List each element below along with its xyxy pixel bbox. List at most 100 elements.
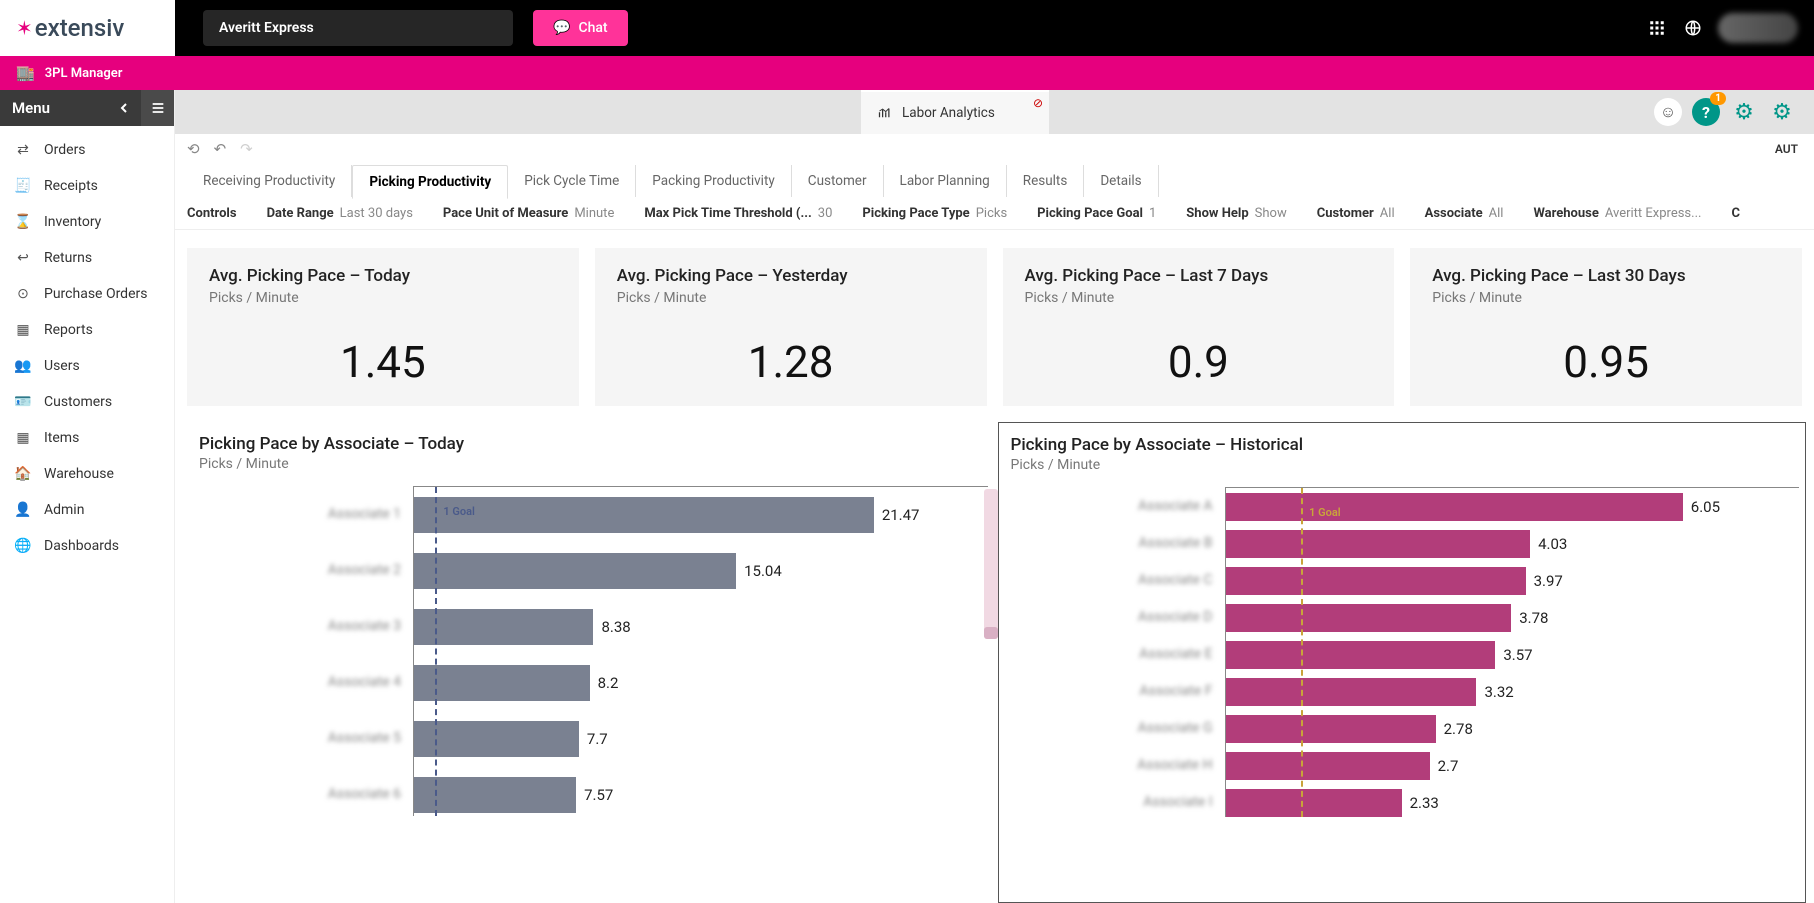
hamburger-menu-button[interactable] (140, 90, 174, 126)
redo-icon[interactable]: ↷ (240, 140, 253, 158)
chat-button[interactable]: 💬 Chat (533, 10, 628, 46)
card-value: 1.28 (617, 336, 965, 388)
chat-label: Chat (578, 20, 607, 36)
control-picking-pace-goal[interactable]: Picking Pace Goal1 (1037, 206, 1156, 221)
user-avatar[interactable] (1718, 13, 1798, 43)
report-tab-results[interactable]: Results (1007, 165, 1085, 197)
sidebar-item-label: Returns (44, 250, 92, 266)
logo-mark-icon: ✶ (16, 16, 33, 40)
control-associate[interactable]: AssociateAll (1425, 206, 1504, 221)
settings-icon-2[interactable]: ⚙ (1768, 98, 1796, 126)
sidebar-item-admin[interactable]: 👤Admin (0, 492, 174, 528)
chat-icon: 💬 (553, 20, 570, 36)
control-max-pick-time[interactable]: Max Pick Time Threshold (...30 (644, 206, 832, 221)
tab-label: Labor Analytics (902, 105, 995, 121)
card-title: Avg. Picking Pace – Last 30 Days (1432, 266, 1780, 286)
sidebar-item-inventory[interactable]: ⌛Inventory (0, 204, 174, 240)
control-date-range[interactable]: Date RangeLast 30 days (267, 206, 413, 221)
tab-strip: Labor Analytics ⊘ ☺ ? 1 ⚙ ⚙ (175, 90, 1814, 134)
customer-selector[interactable]: Averitt Express (203, 10, 513, 46)
globe-icon[interactable] (1682, 17, 1704, 39)
chart-categories: Associate 1Associate 2Associate 3Associa… (193, 486, 413, 816)
card-7days[interactable]: Avg. Picking Pace – Last 7 Days Picks / … (1003, 248, 1395, 406)
main-area: Labor Analytics ⊘ ☺ ? 1 ⚙ ⚙ ⟲ ↶ ↷ AUT Re… (175, 90, 1814, 903)
menu-header: Menu (0, 90, 174, 126)
control-customer[interactable]: CustomerAll (1317, 206, 1395, 221)
nav-list: ⇄ Orders 🧾Receipts ⌛Inventory ↩ Returns ⊙P… (0, 126, 174, 570)
sidebar-item-warehouse[interactable]: 🏠Warehouse (0, 456, 174, 492)
refresh-icon[interactable]: ⟲ (187, 140, 200, 158)
help-badge: 1 (1710, 92, 1726, 105)
card-subtitle: Picks / Minute (209, 290, 557, 306)
menu-title: Menu (0, 99, 50, 117)
logo-text: extensiv (35, 14, 125, 42)
users-icon: 👥 (14, 358, 32, 374)
chart-scrollbar[interactable] (984, 489, 998, 639)
toolbar-row: ⟲ ↶ ↷ AUT (175, 134, 1814, 164)
card-today[interactable]: Avg. Picking Pace – Today Picks / Minute… (187, 248, 579, 406)
report-tab-labor-planning[interactable]: Labor Planning (884, 165, 1007, 197)
open-tab-labor-analytics[interactable]: Labor Analytics ⊘ (861, 90, 1049, 134)
sidebar-item-returns[interactable]: ↩ Returns (0, 240, 174, 276)
card-title: Avg. Picking Pace – Last 7 Days (1025, 266, 1373, 286)
card-subtitle: Picks / Minute (617, 290, 965, 306)
sidebar-item-customers[interactable]: 🪪Customers (0, 384, 174, 420)
sidebar-item-label: Items (44, 430, 79, 446)
control-warehouse[interactable]: WarehouseAveritt Express... (1533, 206, 1701, 221)
report-tab-customer[interactable]: Customer (792, 165, 884, 197)
card-yesterday[interactable]: Avg. Picking Pace – Yesterday Picks / Mi… (595, 248, 987, 406)
sidebar-item-label: Receipts (44, 178, 98, 194)
report-tab-details[interactable]: Details (1084, 165, 1158, 197)
chart-today[interactable]: Picking Pace by Associate – Today Picks … (187, 422, 994, 903)
items-icon: ▦ (14, 430, 32, 446)
control-pace-unit[interactable]: Pace Unit of MeasureMinute (443, 206, 614, 221)
control-trailing[interactable]: C (1731, 206, 1740, 221)
inventory-icon: ⌛ (14, 214, 32, 230)
sidebar-item-label: Orders (44, 142, 86, 158)
sidebar-item-orders[interactable]: ⇄ Orders (0, 132, 174, 168)
sidebar-item-receipts[interactable]: 🧾Receipts (0, 168, 174, 204)
warehouse-nav-icon: 🏠 (14, 466, 32, 482)
report-tab-picking[interactable]: Picking Productivity (352, 165, 508, 199)
card-30days[interactable]: Avg. Picking Pace – Last 30 Days Picks /… (1410, 248, 1802, 406)
returns-icon: ↩ (14, 250, 32, 266)
logo: ✶ extensiv (0, 0, 175, 56)
analytics-icon (877, 105, 892, 121)
undo-icon[interactable]: ↶ (214, 140, 227, 158)
controls-row: Controls Date RangeLast 30 days Pace Uni… (175, 198, 1814, 230)
reports-icon: ▦ (14, 322, 32, 338)
orders-icon: ⇄ (14, 142, 32, 158)
report-tab-receiving[interactable]: Receiving Productivity (187, 165, 352, 197)
settings-icon[interactable]: ⚙ (1730, 98, 1758, 126)
app-context-bar: 🏬 3PL Manager (0, 56, 1814, 90)
top-bar: ✶ extensiv Averitt Express 💬 Chat (0, 0, 1814, 56)
card-value: 0.95 (1432, 336, 1780, 388)
sidebar-item-label: Dashboards (44, 538, 119, 554)
sidebar-item-users[interactable]: 👥Users (0, 348, 174, 384)
sidebar-item-label: Purchase Orders (44, 286, 147, 302)
dashboards-icon: 🌐 (14, 538, 32, 554)
sidebar-item-dashboards[interactable]: 🌐 Dashboards (0, 528, 174, 564)
sidebar: Menu ⇄ Orders 🧾Receipts ⌛Inventory ↩ Retur… (0, 90, 175, 903)
apps-icon[interactable] (1646, 17, 1668, 39)
report-tab-packing[interactable]: Packing Productivity (636, 165, 791, 197)
card-value: 1.45 (209, 336, 557, 388)
sidebar-item-items[interactable]: ▦ Items (0, 420, 174, 456)
sidebar-item-reports[interactable]: ▦Reports (0, 312, 174, 348)
admin-icon: 👤 (14, 502, 32, 518)
sidebar-item-purchase-orders[interactable]: ⊙Purchase Orders (0, 276, 174, 312)
feedback-icon[interactable]: ☺ (1654, 98, 1682, 126)
close-tab-button[interactable]: ⊘ (1033, 96, 1043, 110)
card-title: Avg. Picking Pace – Today (209, 266, 557, 286)
collapse-sidebar-button[interactable] (106, 90, 140, 126)
metric-cards: Avg. Picking Pace – Today Picks / Minute… (175, 230, 1814, 416)
report-tabs: Receiving Productivity Picking Productiv… (175, 164, 1814, 198)
controls-title: Controls (187, 206, 237, 221)
help-icon[interactable]: ? 1 (1692, 98, 1720, 126)
control-show-help[interactable]: Show HelpShow (1186, 206, 1286, 221)
chart-historical[interactable]: Picking Pace by Associate – Historical P… (998, 422, 1807, 903)
chart-plot: 6.054.033.973.783.573.322.782.72.331 Goa… (1225, 487, 1800, 817)
report-tab-pick-cycle[interactable]: Pick Cycle Time (508, 165, 636, 197)
charts-row: Picking Pace by Associate – Today Picks … (175, 416, 1814, 903)
control-picking-pace-type[interactable]: Picking Pace TypePicks (862, 206, 1007, 221)
